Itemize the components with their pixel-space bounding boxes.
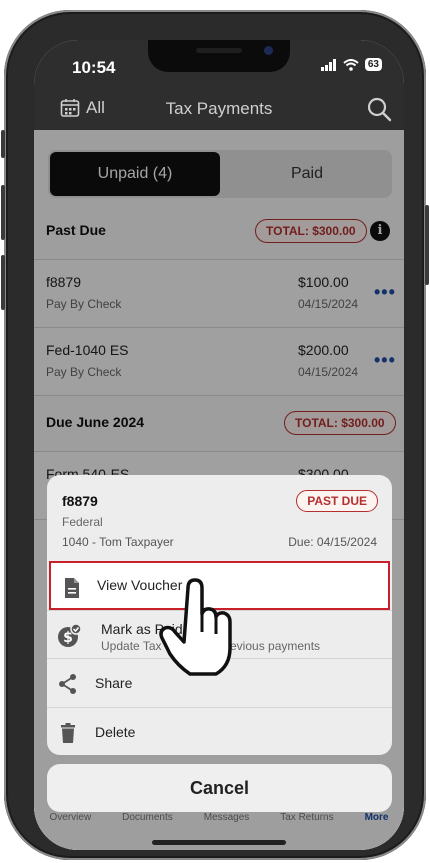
volume-up-button xyxy=(1,185,5,240)
screen: 10:54 63 All Tax Payments Unpaid (4) Pai… xyxy=(34,40,404,850)
mark-as-paid-subtext-tail: evious payments xyxy=(230,639,321,653)
page-title: Tax Payments xyxy=(165,99,273,118)
phone-frame: 10:54 63 All Tax Payments Unpaid (4) Pai… xyxy=(1,10,429,860)
trash-icon xyxy=(61,723,75,743)
notch xyxy=(148,40,290,72)
home-indicator xyxy=(152,840,286,845)
battery-indicator: 63 xyxy=(364,58,382,71)
pointer-hand-icon xyxy=(159,578,232,676)
sheet-jurisdiction: Federal xyxy=(62,515,103,529)
status-icons: 63 xyxy=(320,58,382,71)
share-label: Share xyxy=(95,675,133,691)
sheet-payment-name: f8879 xyxy=(62,493,98,509)
power-button xyxy=(425,205,429,285)
delete-label: Delete xyxy=(95,724,136,740)
search-icon[interactable] xyxy=(366,96,392,122)
delete-button[interactable]: Delete xyxy=(47,707,392,755)
volume-down-button xyxy=(1,255,5,310)
sheet-due-date: Due: 04/15/2024 xyxy=(288,535,377,549)
mute-switch xyxy=(1,130,5,158)
signal-icon xyxy=(320,58,336,71)
status-time: 10:54 xyxy=(72,58,116,77)
paid-icon: $ xyxy=(58,623,82,647)
past-due-badge: PAST DUE xyxy=(296,490,378,512)
document-icon xyxy=(65,578,79,598)
mark-as-paid-subtext: Update Tax xyxy=(101,639,162,653)
wifi-icon xyxy=(343,58,359,71)
cancel-button[interactable]: Cancel xyxy=(47,764,392,812)
share-icon xyxy=(59,674,76,694)
top-bar: 10:54 63 All Tax Payments xyxy=(34,40,404,130)
sheet-return: 1040 - Tom Taxpayer xyxy=(62,535,174,549)
